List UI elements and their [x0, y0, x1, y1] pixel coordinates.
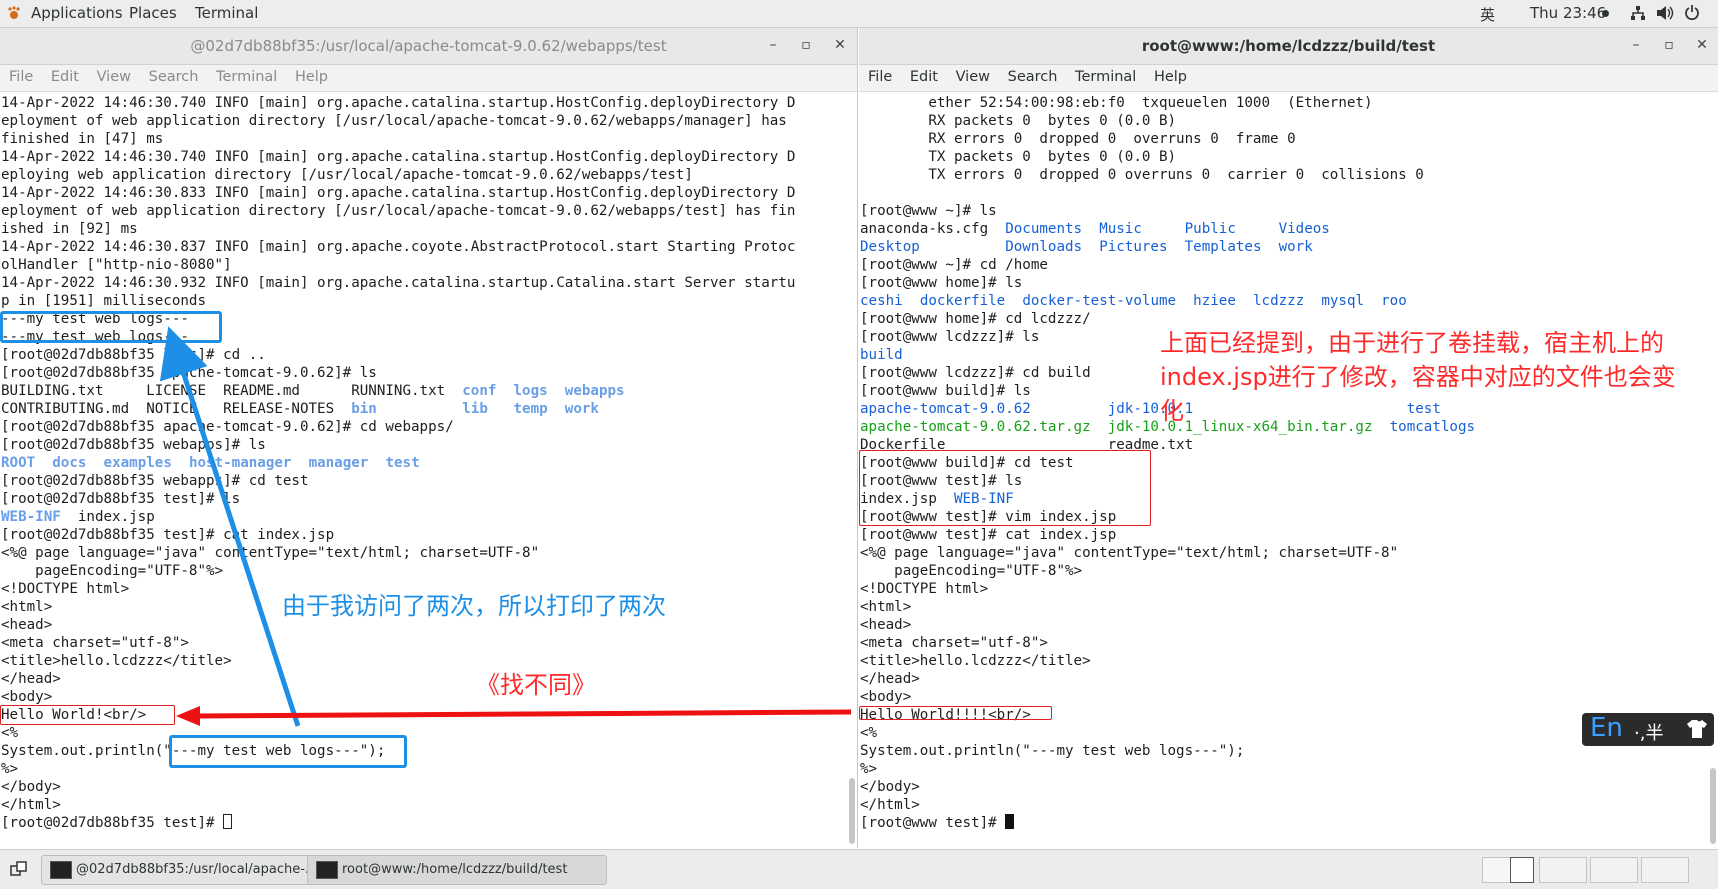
workspace-3[interactable]: [1539, 857, 1587, 883]
red-volume-annotation: 上面已经提到，由于进行了卷挂载，宿主机上的index.jsp进行了修改，容器中对…: [1160, 329, 1676, 425]
taskbar-item-right-terminal[interactable]: root@www:/home/lcdzzz/build/test: [307, 855, 607, 885]
ime-toolbar[interactable]: En ·,半: [1582, 713, 1714, 746]
blue-annotation-text: 由于我访问了两次，所以打印了两次: [282, 592, 666, 620]
workspace-2[interactable]: [1510, 857, 1534, 883]
taskbar: @02d7db88bf35:/usr/local/apache-... root…: [0, 849, 1718, 889]
blue-arrow: [159, 326, 301, 727]
terminal-icon: [50, 861, 72, 879]
red-diff-annotation: 《找不同》: [476, 671, 596, 699]
workspace-4[interactable]: [1590, 857, 1638, 883]
taskbar-item-left-terminal[interactable]: @02d7db88bf35:/usr/local/apache-...: [41, 855, 338, 885]
taskbar-item-label: @02d7db88bf35:/usr/local/apache-...: [76, 862, 318, 877]
ime-skin-icon[interactable]: [1686, 718, 1708, 744]
annotation-arrows: [159, 326, 852, 727]
show-desktop-icon[interactable]: [10, 860, 28, 878]
taskbar-item-label: root@www:/home/lcdzzz/build/test: [342, 862, 568, 877]
workspace-5[interactable]: [1641, 857, 1689, 883]
red-arrowhead: [176, 706, 200, 726]
ime-options[interactable]: ·,半: [1634, 719, 1663, 745]
terminal-icon: [316, 861, 338, 879]
ime-mode-label[interactable]: En: [1590, 713, 1623, 743]
